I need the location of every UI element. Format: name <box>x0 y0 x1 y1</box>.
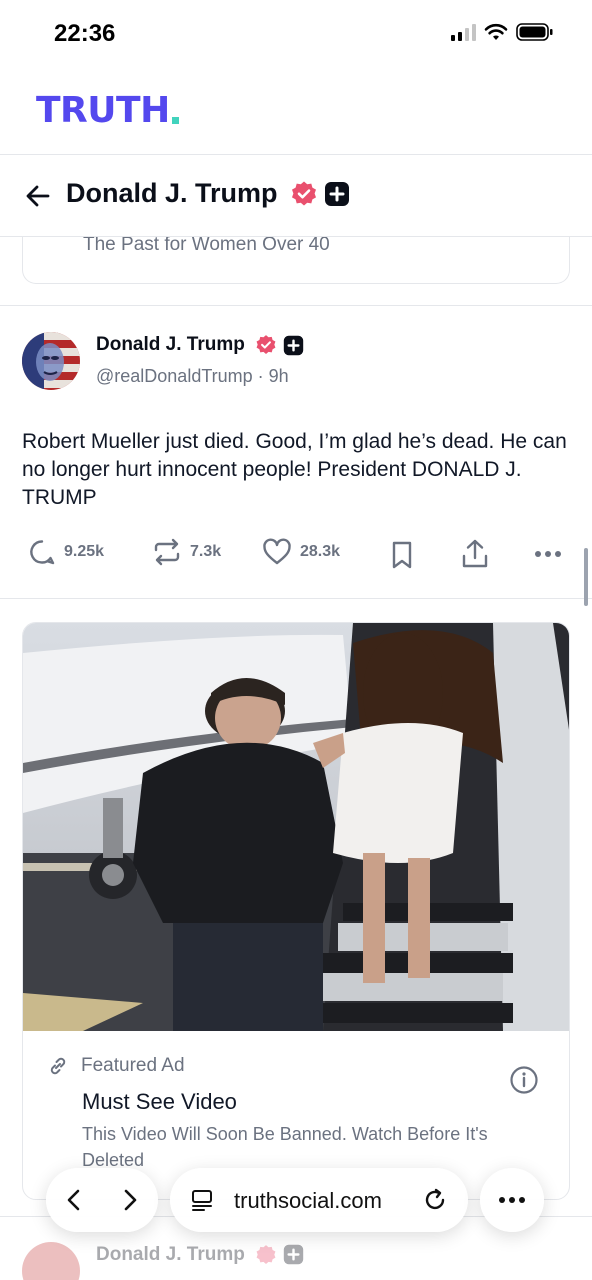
brand-dot <box>171 116 179 124</box>
ad-label-row: Featured Ad <box>47 1055 185 1077</box>
like-icon <box>263 538 291 565</box>
avatar[interactable] <box>22 332 80 390</box>
battery-icon <box>516 23 553 41</box>
header-badges <box>290 180 350 208</box>
divider <box>0 598 592 599</box>
ad-title[interactable]: Must See Video <box>82 1089 237 1115</box>
scrollbar[interactable] <box>584 548 588 606</box>
retruth-count: 7.3k <box>190 543 222 560</box>
back-arrow-icon[interactable] <box>24 182 52 210</box>
avatar[interactable] <box>22 1242 80 1280</box>
post-body: Robert Mueller just died. Good, I’m glad… <box>22 430 567 509</box>
browser-more-button[interactable] <box>480 1168 544 1232</box>
divider <box>0 154 592 155</box>
more-icon[interactable] <box>534 550 562 558</box>
retruth-button[interactable]: 7.3k <box>152 538 221 566</box>
ad-label: Featured Ad <box>81 1055 185 1076</box>
verified-icon <box>256 335 276 355</box>
status-bar: 22:36 <box>0 0 592 66</box>
verified-icon <box>292 181 316 206</box>
ad-card[interactable]: Featured Ad Must See Video This Video Wi… <box>22 622 570 1200</box>
address-bar[interactable]: truthsocial.com <box>170 1168 468 1232</box>
brand-name: TRUTH <box>36 89 170 131</box>
wifi-icon <box>484 23 508 40</box>
browser-nav <box>46 1168 158 1232</box>
info-icon[interactable] <box>509 1065 539 1095</box>
divider <box>0 305 592 306</box>
signal-icon <box>451 23 476 41</box>
browser-toolbar: truthsocial.com <box>0 1160 592 1240</box>
chevron-left-icon[interactable] <box>64 1188 84 1212</box>
more-icon <box>499 1197 525 1203</box>
reply-icon <box>30 540 55 565</box>
bookmark-icon[interactable] <box>390 540 414 570</box>
author-name[interactable]: Donald J. Trump <box>96 334 245 356</box>
brand-logo[interactable]: TRUTH <box>36 88 179 132</box>
chevron-right-icon[interactable] <box>120 1188 140 1212</box>
divider <box>0 236 592 237</box>
reply-button[interactable]: 9.25k <box>28 538 104 566</box>
page-title: Donald J. Trump <box>66 178 278 208</box>
previous-ad-text: The Past for Women Over 40 <box>83 234 330 255</box>
url-text[interactable]: truthsocial.com <box>234 1188 382 1214</box>
like-button[interactable]: 28.3k <box>262 538 340 566</box>
author-handle[interactable]: @realDonaldTrump · 9h <box>96 366 289 387</box>
plus-badge-icon <box>283 1244 304 1265</box>
plus-badge-icon <box>325 182 349 206</box>
share-icon[interactable] <box>460 538 490 570</box>
ad-image[interactable] <box>23 623 569 1031</box>
status-time: 22:36 <box>54 20 116 47</box>
like-count: 28.3k <box>300 543 341 560</box>
post-actions: 9.25k 7.3k 28.3k <box>28 538 568 572</box>
retruth-icon <box>154 538 180 566</box>
profile-header: Donald J. Trump <box>0 156 592 236</box>
reply-count: 9.25k <box>64 543 105 560</box>
author-badges <box>255 334 304 356</box>
tabs-icon[interactable] <box>190 1188 214 1212</box>
link-icon <box>50 1057 66 1075</box>
status-icons <box>451 22 554 42</box>
plus-badge-icon <box>283 335 304 355</box>
reload-icon[interactable] <box>422 1187 448 1213</box>
verified-icon <box>256 1245 276 1265</box>
next-author-name[interactable]: Donald J. Trump <box>96 1244 245 1266</box>
